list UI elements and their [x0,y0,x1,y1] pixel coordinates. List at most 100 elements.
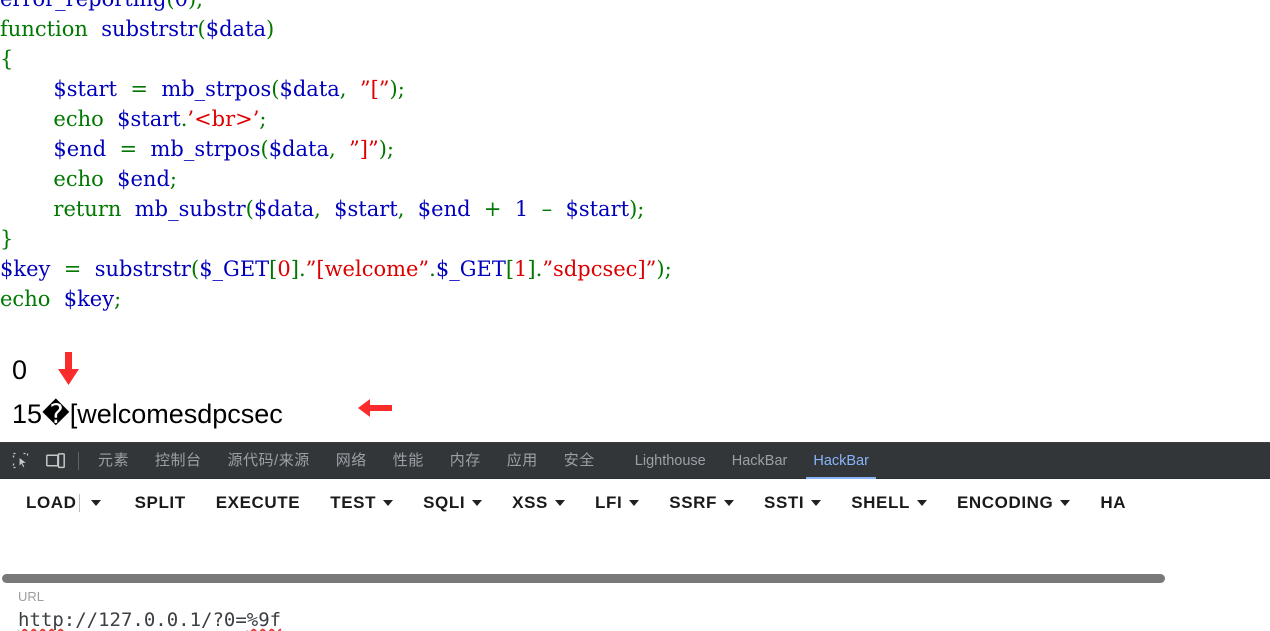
code-token: $data [205,17,267,41]
devtools-tab--[interactable]: 内存 [437,443,494,479]
red-down-arrow-annotation-icon [58,352,79,385]
devtools-tab-lighthouse[interactable]: Lighthouse [622,443,719,479]
devtools-tab--[interactable]: 安全 [551,443,608,479]
hackbar-button-label: SSTI [764,493,805,512]
hackbar-button-label: LOAD [26,493,77,512]
code-token: ; [664,257,672,281]
hackbar-button-load-dropdown[interactable] [78,494,111,512]
code-token: , [314,197,321,221]
code-token: ”[” [359,77,390,101]
hackbar-button-encoding[interactable]: ENCODING [955,487,1072,519]
hackbar-button-label: TEST [330,493,377,512]
url-text-fragment: ://127.0.0.1/?0= [63,609,247,631]
scrollbar-thumb[interactable] [2,574,1165,583]
hackbar-button-xss[interactable]: XSS [510,487,567,519]
output-line: 15�[welcomesdpcsec [12,399,283,429]
code-token: ”]” [349,137,379,161]
hackbar-button-ssti[interactable]: SSTI [762,487,823,519]
hackbar-button-load[interactable]: LOAD [24,487,79,519]
hackbar-button-label: ENCODING [956,493,1054,512]
code-token: ] [290,257,299,281]
code-token: ) [266,17,275,41]
hackbar-button-shell[interactable]: SHELL [849,487,929,519]
code-line: error_reporting(0); [0,0,672,14]
php-output-block: 0 15�[welcomesdpcsec [12,348,283,436]
code-token: ”sdpcsec]” [542,257,657,281]
code-token: substrstr [101,17,198,41]
code-token: – [541,197,553,221]
code-token: } [0,227,14,251]
devtools-tab--[interactable]: 元素 [85,443,142,479]
code-token: echo [0,287,51,311]
code-token: ( [190,257,200,281]
hackbar-button-label: LFI [595,493,623,512]
chevron-down-icon [555,500,565,506]
hackbar-button-sqli[interactable]: SQLI [421,487,484,519]
hackbar-button-label: HA [1100,493,1127,512]
code-token: ( [271,77,280,101]
chevron-down-icon [1060,500,1071,506]
hackbar-button-execute[interactable]: EXECUTE [214,487,303,519]
output-line: 0 [12,355,28,385]
code-line: $key = substrstr($_GET[0].”[welcome”.$_G… [0,254,672,284]
code-token: [ [505,257,515,281]
chevron-down-icon [629,500,640,506]
code-token: $start [334,197,398,221]
code-token: ( [260,137,269,161]
code-token: 0 [175,0,188,11]
devtools-tab-hackbar[interactable]: HackBar [719,443,801,479]
devtools-tab--[interactable]: 应用 [494,443,551,479]
url-input[interactable]: http://127.0.0.1/?0=%9f [0,605,1270,631]
code-token: $_GET [199,257,270,281]
code-token: ”[welcome” [305,257,430,281]
code-token: { [0,47,14,71]
devtools-tab--[interactable]: 性能 [380,443,437,479]
code-token: 0 [277,257,291,281]
hackbar-horizontal-scrollbar[interactable] [0,571,1270,585]
code-token: . [429,257,436,281]
code-token: ) [378,137,387,161]
hackbar-button-label: SQLI [423,493,466,512]
devtools-tab--[interactable]: 网络 [323,443,380,479]
code-token: = [130,77,148,101]
hackbar-button-test[interactable]: TEST [328,487,395,519]
hackbar-button-ha[interactable]: HA [1098,487,1128,519]
hackbar-button-label: EXECUTE [215,493,301,512]
code-token: $data [279,77,340,101]
inspect-element-icon[interactable] [5,447,35,475]
chevron-down-icon [383,500,394,506]
code-token: echo [53,107,104,131]
hackbar-button-lfi[interactable]: LFI [593,487,641,519]
code-token: mb_substr [134,197,246,221]
hackbar-button-split[interactable]: SPLIT [133,487,188,519]
code-token: $key [0,257,51,281]
url-text-fragment: http [18,609,64,631]
code-line: echo $start.’<br>’; [0,104,672,134]
code-token: ) [656,257,665,281]
code-token: + [483,197,502,221]
code-line: { [0,44,672,74]
devtools-tab-hackbar[interactable]: HackBar [800,443,882,479]
code-line: echo $key; [0,284,672,314]
device-toolbar-icon[interactable] [40,447,70,475]
code-token: , [328,137,336,161]
devtools-tab--[interactable]: 控制台 [142,443,215,479]
code-token: ’<br>’ [187,107,260,131]
code-token: ; [169,167,177,191]
code-token: ; [386,137,394,161]
code-token: error_reporting [0,0,166,11]
devtools-tab--[interactable]: 源代码/来源 [215,443,323,479]
hackbar-button-ssrf[interactable]: SSRF [667,487,736,519]
